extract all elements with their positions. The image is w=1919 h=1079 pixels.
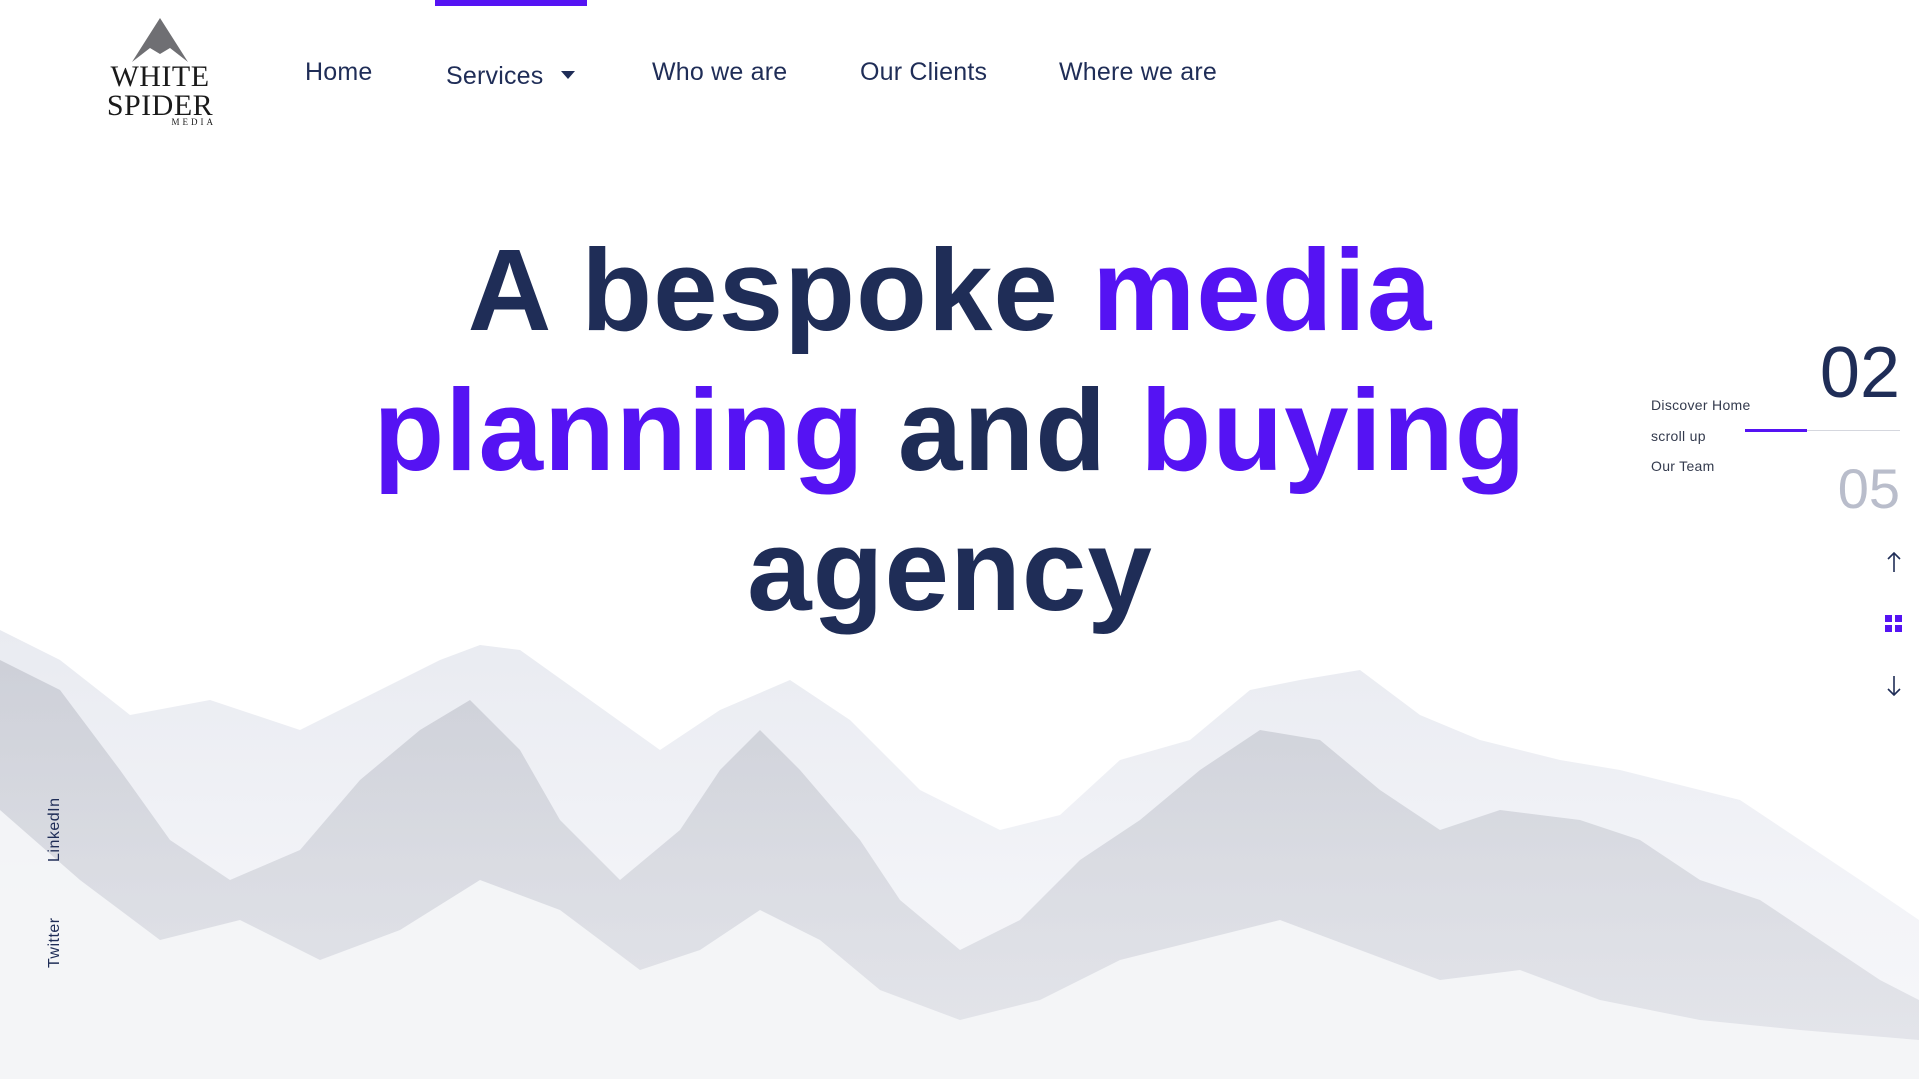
arrow-up-icon[interactable] [1880,548,1908,576]
nav-who-we-are[interactable]: Who we are [652,58,787,87]
hero-accent-word: planning [373,365,865,495]
nav-where-we-are[interactable]: Where we are [1059,58,1217,87]
logo[interactable]: WHITE SPIDER MEDIA [100,18,220,136]
social-twitter[interactable]: Twitter [46,917,64,968]
nav-services[interactable]: Services [446,62,576,91]
nav-services-label: Services [446,62,544,90]
logo-line-2: SPIDER [106,89,214,122]
nav-our-clients[interactable]: Our Clients [860,58,987,87]
hero-accent-word: buying [1140,365,1527,495]
logo-line-1: WHITE [110,60,210,93]
section-current-number: 02 [1819,333,1900,413]
hero-word: agency [747,505,1153,635]
nav-active-indicator [435,0,587,6]
section-total-number: 05 [1837,457,1900,520]
hero-headline: A bespoke media planning and buying agen… [300,220,1600,640]
page: WHITE SPIDER MEDIA Home Services Who we … [0,0,1919,1079]
section-prev-label[interactable]: Discover Home [1651,397,1751,413]
section-action-label[interactable]: scroll up [1651,428,1706,444]
arrow-down-icon[interactable] [1880,672,1908,700]
section-progress-fill [1745,429,1807,432]
mountain-backdrop [0,630,1919,1079]
hero-word: and [897,365,1108,495]
grid-icon[interactable] [1880,610,1908,638]
hero-accent-word: media [1092,225,1433,355]
nav-home[interactable]: Home [305,58,373,87]
social-linkedin[interactable]: LinkedIn [46,798,64,863]
mountain-logo-icon [132,18,188,62]
hero-word: A bespoke [467,225,1059,355]
caret-down-icon [561,71,576,80]
section-next-label[interactable]: Our Team [1651,458,1715,474]
